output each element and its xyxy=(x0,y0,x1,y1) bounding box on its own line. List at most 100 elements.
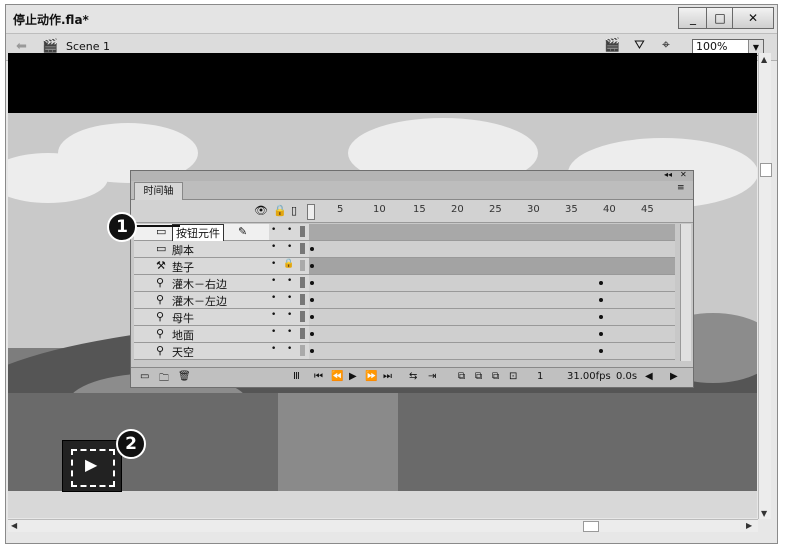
layer-row[interactable]: ⚲ 灌木－右边 • • xyxy=(134,275,675,292)
layer-name-cell[interactable]: ⚒ 垫子 xyxy=(134,258,269,274)
edit-symbol-icon[interactable]: ⛛ xyxy=(634,38,645,53)
loop-icon[interactable]: ⇆ xyxy=(409,371,417,382)
last-frame-icon[interactable]: ⏭ xyxy=(383,371,392,382)
visibility-dot[interactable]: • xyxy=(271,344,276,354)
outline-icon[interactable]: ▯ xyxy=(291,204,297,217)
close-button[interactable]: ✕ xyxy=(732,7,774,29)
prev-frame-icon[interactable]: ⏪ xyxy=(331,371,343,382)
outline-swatch[interactable] xyxy=(300,294,305,305)
layer-frames[interactable] xyxy=(309,275,675,291)
first-frame-icon[interactable]: ⏮ xyxy=(314,371,323,382)
layer-frames[interactable] xyxy=(309,224,675,240)
onion-outline-icon[interactable]: ⧉ xyxy=(475,371,482,382)
layer-row[interactable]: ▭ 脚本 • • xyxy=(134,241,675,258)
layer-name-cell[interactable]: ⚲ 灌木－右边 xyxy=(134,275,269,291)
keyframe[interactable] xyxy=(310,281,314,285)
back-arrow-icon[interactable]: ⬅ xyxy=(16,39,27,54)
layer-name-cell[interactable]: ⚲ 母牛 xyxy=(134,309,269,325)
lock-dot[interactable]: • xyxy=(287,242,292,252)
layer-frames[interactable] xyxy=(309,343,675,359)
keyframe[interactable] xyxy=(599,349,603,353)
vertical-scroll-thumb[interactable] xyxy=(760,163,772,177)
keyframe[interactable] xyxy=(599,298,603,302)
visibility-dot[interactable]: • xyxy=(271,259,276,269)
layer-controls[interactable]: • • xyxy=(269,275,309,291)
layer-frames[interactable] xyxy=(309,326,675,342)
new-folder-icon[interactable]: 🗀 xyxy=(159,371,169,388)
center-frame-icon[interactable]: ⇥ xyxy=(428,371,436,382)
visibility-dot[interactable]: • xyxy=(271,225,276,235)
horizontal-scroll-thumb[interactable] xyxy=(583,521,599,532)
lock-dot[interactable]: • xyxy=(287,327,292,337)
layer-controls[interactable]: • • xyxy=(269,241,309,257)
layer-controls[interactable]: • 🔒 xyxy=(269,258,309,274)
outline-swatch[interactable] xyxy=(300,345,305,356)
layer-frames[interactable] xyxy=(309,309,675,325)
layer-name-cell[interactable]: ▭ 脚本 xyxy=(134,241,269,257)
keyframe[interactable] xyxy=(310,264,314,268)
vertical-scrollbar[interactable]: ▲ ▼ xyxy=(758,53,772,519)
timeline-vertical-scrollbar[interactable] xyxy=(680,224,691,361)
layer-controls[interactable]: • • xyxy=(269,309,309,325)
keyframe[interactable] xyxy=(310,349,314,353)
scroll-left-icon[interactable]: ◀ xyxy=(11,521,17,530)
scroll-right-icon[interactable]: ▶ xyxy=(670,371,678,382)
visibility-dot[interactable]: • xyxy=(271,293,276,303)
scene-label[interactable]: Scene 1 xyxy=(66,40,110,53)
visibility-dot[interactable]: • xyxy=(271,310,276,320)
center-stage-icon[interactable]: ⌖ xyxy=(662,37,670,53)
layer-row[interactable]: ⚒ 垫子 • 🔒 xyxy=(134,258,675,275)
outline-swatch[interactable] xyxy=(300,243,305,254)
lock-icon[interactable]: 🔒 xyxy=(283,259,294,269)
minimize-button[interactable]: _ xyxy=(678,7,708,29)
layer-row[interactable]: ▭ 按钮元件 ✎ • • xyxy=(134,224,675,242)
edit-scene-icon[interactable]: 🎬 xyxy=(604,38,620,53)
outline-swatch[interactable] xyxy=(300,260,305,271)
visibility-dot[interactable]: • xyxy=(271,276,276,286)
onion-skin-icon[interactable]: ⧉ xyxy=(458,371,465,382)
layer-row[interactable]: ⚲ 灌木－左边 • • xyxy=(134,292,675,309)
layer-name-cell[interactable]: ⚲ 天空 xyxy=(134,343,269,359)
eye-icon[interactable]: 👁 xyxy=(254,204,268,217)
close-panel-icon[interactable]: ✕ xyxy=(680,170,687,179)
keyframe[interactable] xyxy=(310,247,314,251)
outline-swatch[interactable] xyxy=(300,226,305,237)
scroll-down-icon[interactable]: ▼ xyxy=(761,509,767,518)
outline-swatch[interactable] xyxy=(300,277,305,288)
lock-dot[interactable]: • xyxy=(287,276,292,286)
collapse-icon[interactable]: ◂◂ xyxy=(664,170,672,179)
layer-name-cell[interactable]: ⚲ 灌木－左边 xyxy=(134,292,269,308)
visibility-dot[interactable]: • xyxy=(271,242,276,252)
lock-dot[interactable]: • xyxy=(287,225,292,235)
scroll-right-icon[interactable]: ▶ xyxy=(746,521,752,530)
keyframe[interactable] xyxy=(310,298,314,302)
horizontal-scrollbar[interactable]: ◀ ▶ xyxy=(8,519,758,532)
button-symbol[interactable]: ▶ xyxy=(62,440,122,492)
layer-row[interactable]: ⚲ 母牛 • • xyxy=(134,309,675,326)
lock-dot[interactable]: • xyxy=(287,293,292,303)
frame-ruler[interactable]: 5 10 15 20 25 30 35 40 45 xyxy=(309,200,679,222)
layer-name-cell[interactable]: ⚲ 地面 xyxy=(134,326,269,342)
keyframe[interactable] xyxy=(599,315,603,319)
layer-controls[interactable]: • • xyxy=(269,343,309,359)
current-frame[interactable]: 1 xyxy=(537,371,543,382)
layer-controls[interactable]: • • xyxy=(269,224,309,240)
markers-icon[interactable]: ⊡ xyxy=(509,371,517,382)
layer-frames[interactable] xyxy=(309,292,675,308)
lock-dot[interactable]: • xyxy=(287,310,292,320)
keyframe[interactable] xyxy=(310,315,314,319)
layer-frames[interactable] xyxy=(309,241,675,257)
playhead[interactable] xyxy=(307,204,315,220)
lock-icon[interactable]: 🔒 xyxy=(273,204,287,217)
layer-row[interactable]: ⚲ 地面 • • xyxy=(134,326,675,343)
layer-controls[interactable]: • • xyxy=(269,326,309,342)
outline-swatch[interactable] xyxy=(300,328,305,339)
splitter-icon[interactable]: Ⅲ xyxy=(293,371,300,382)
keyframe[interactable] xyxy=(310,332,314,336)
maximize-button[interactable]: □ xyxy=(706,7,734,29)
scroll-up-icon[interactable]: ▲ xyxy=(761,55,767,64)
visibility-dot[interactable]: • xyxy=(271,327,276,337)
next-frame-icon[interactable]: ⏩ xyxy=(365,371,377,382)
lock-dot[interactable]: • xyxy=(287,344,292,354)
layer-frames[interactable] xyxy=(309,258,675,274)
